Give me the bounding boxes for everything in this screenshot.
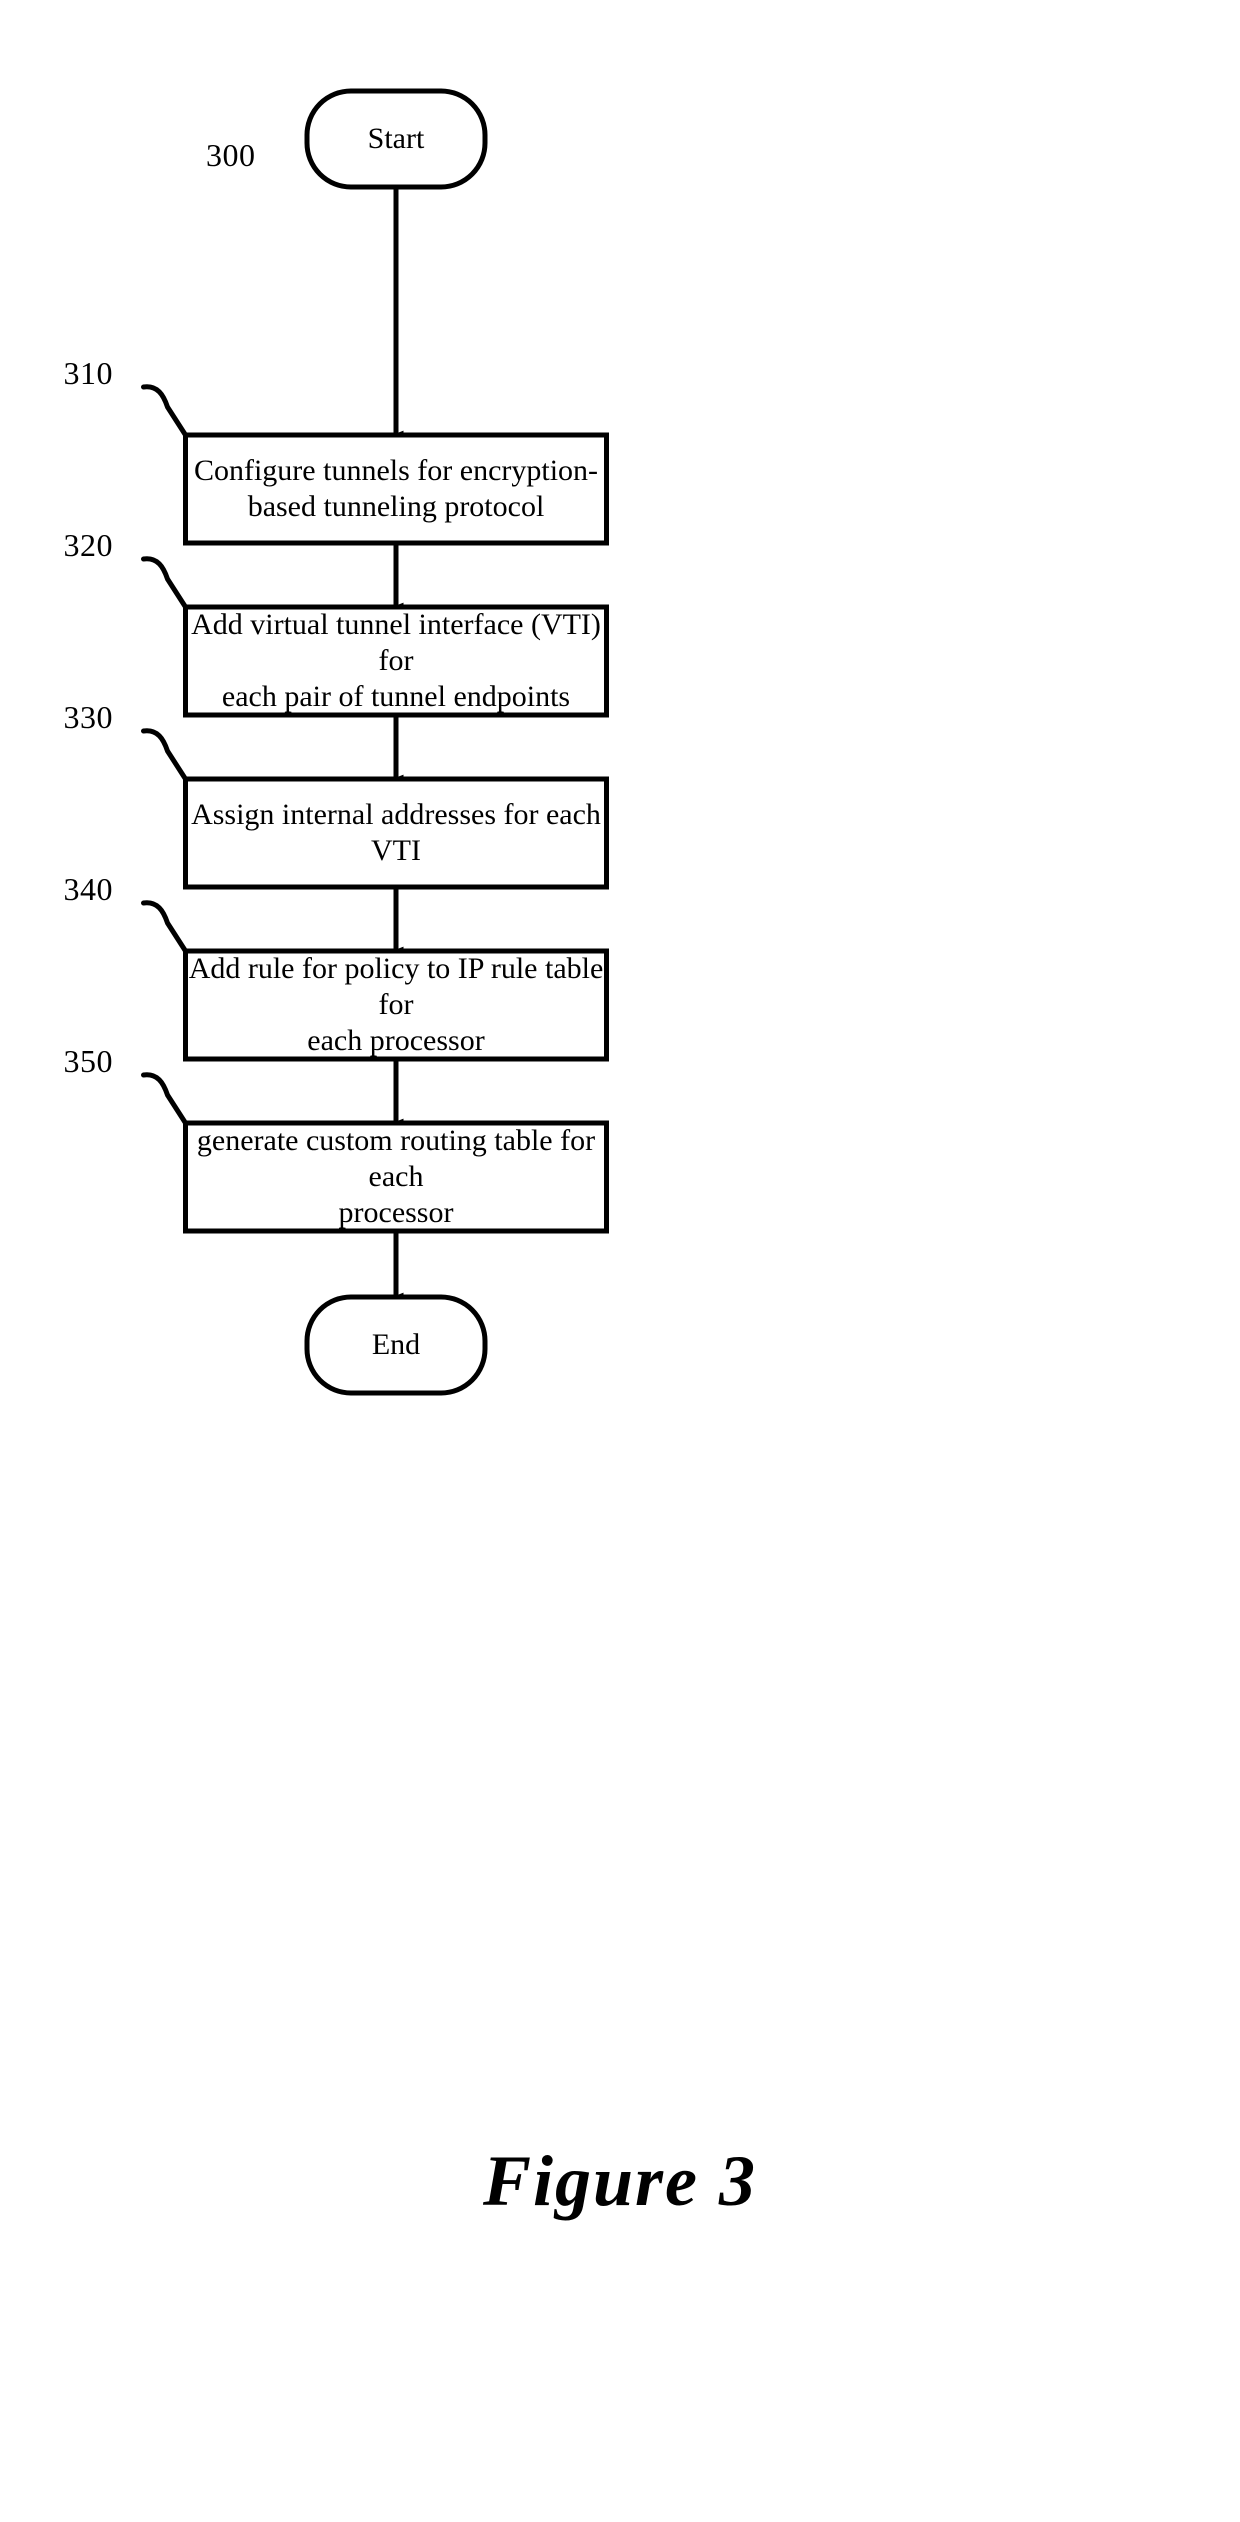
figure-caption: Figure 3 [482, 2141, 758, 2221]
start-terminal-label: Start [367, 122, 425, 155]
step-320-label: Add virtual tunnel interface (VTI) for e… [191, 608, 601, 713]
step-350-label: generate custom routing table for each p… [196, 1124, 596, 1229]
step-330-label: Assign internal addresses for each VTI [191, 798, 601, 867]
leader-line-340 [141, 900, 188, 954]
patent-figure: 300 Start 310 Configure tunnels for encr… [0, 0, 1240, 2522]
step-340-label: Add rule for policy to IP rule table for… [188, 952, 604, 1057]
step-ref-350: 350 [63, 1043, 113, 1079]
leader-line-320 [141, 556, 188, 610]
leader-line-310 [141, 384, 188, 438]
step-ref-320: 320 [63, 527, 113, 563]
end-terminal-label: End [371, 1328, 421, 1361]
step-ref-330: 330 [63, 699, 113, 735]
step-ref-310: 310 [63, 355, 113, 391]
leader-line-350 [141, 1072, 188, 1126]
step-310-label: Configure tunnels for encryption- based … [193, 454, 599, 523]
step-ref-340: 340 [63, 871, 113, 907]
diagram-ref-300: 300 [206, 137, 256, 173]
leader-line-330 [141, 728, 188, 782]
